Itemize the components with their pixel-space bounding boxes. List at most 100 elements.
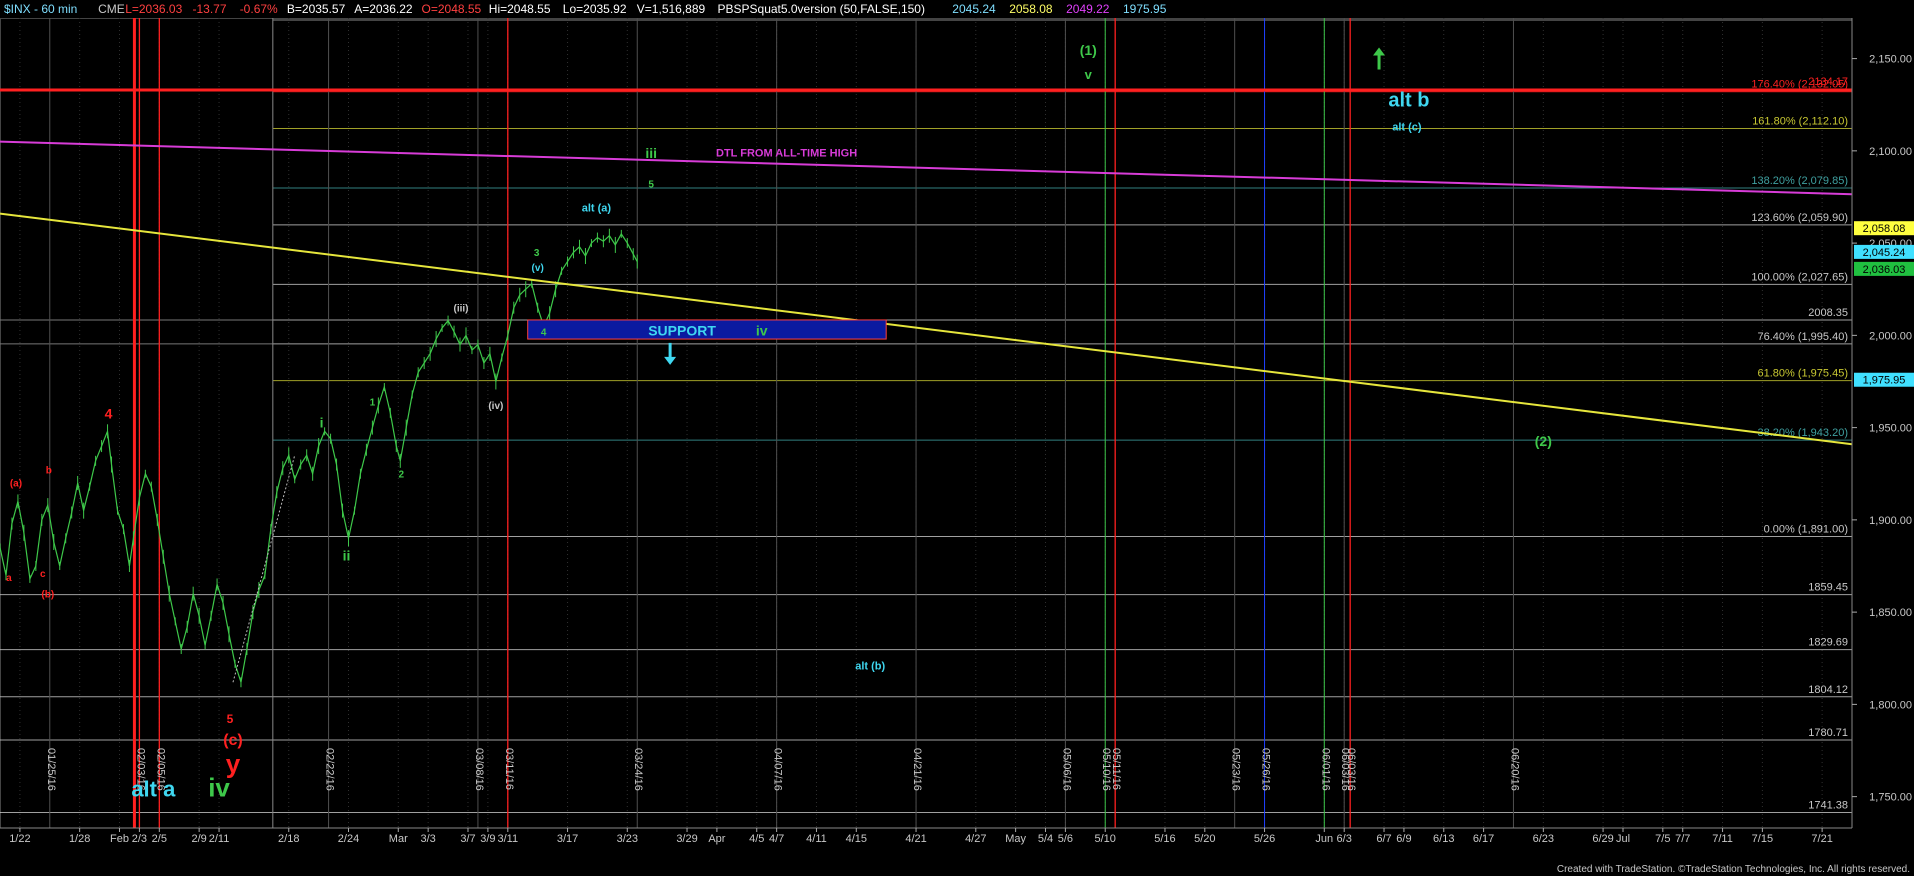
date-marker-label: 01/25/16 bbox=[45, 748, 57, 791]
fib-label: 1859.45 bbox=[1808, 582, 1848, 594]
y-tick-label: 1,850.00 bbox=[1869, 607, 1912, 619]
price-badge-label: 2,036.03 bbox=[1863, 264, 1906, 276]
dotted-projection bbox=[232, 455, 296, 683]
x-tick-label: 2/9 bbox=[191, 833, 206, 845]
x-tick-label: 6/7 bbox=[1376, 833, 1391, 845]
wave-label: 1 bbox=[370, 397, 376, 408]
header-bar: $INX - 60 min CME L=2036.03 -13.77 -0.67% B=2… bbox=[0, 0, 1914, 18]
x-tick-label: 7/7 bbox=[1675, 833, 1690, 845]
y-tick-label: 1,900.00 bbox=[1869, 515, 1912, 527]
arrow-head bbox=[1373, 47, 1386, 56]
x-tick-label: 4/5 bbox=[749, 833, 764, 845]
x-tick-label: 1/28 bbox=[69, 833, 90, 845]
wave-label: a bbox=[6, 573, 12, 584]
wave-label: (iv) bbox=[488, 401, 503, 412]
x-tick-label: 3/17 bbox=[557, 833, 578, 845]
trendlines bbox=[0, 88, 1853, 446]
y-tick-label: 2,100.00 bbox=[1869, 146, 1912, 158]
x-tick-label: 5/26 bbox=[1254, 833, 1275, 845]
trendline bbox=[0, 140, 1853, 196]
x-tick-label: Feb bbox=[110, 833, 129, 845]
header-field: -13.77 bbox=[193, 2, 227, 16]
wave-label: 5 bbox=[648, 180, 654, 191]
date-marker-label: 04/21/16 bbox=[911, 748, 923, 791]
x-tick-label: 3/23 bbox=[617, 833, 638, 845]
date-marker-label: 05/23/16 bbox=[1230, 748, 1242, 791]
header-field: A=2036.22 bbox=[354, 2, 413, 16]
up-arrow-icon bbox=[1373, 47, 1386, 70]
x-tick-label: 2/11 bbox=[209, 833, 230, 845]
header-field: V=1,516,889 bbox=[637, 2, 706, 16]
fib-label: 61.80% (1,975.45) bbox=[1757, 368, 1848, 380]
wave-label: (iii) bbox=[454, 303, 469, 314]
down-arrow-icon bbox=[664, 342, 677, 365]
date-marker-label: 03/11/16 bbox=[503, 748, 515, 790]
x-tick-label: 6/17 bbox=[1473, 833, 1494, 845]
x-tick-label: May bbox=[1005, 833, 1026, 845]
wave-labels: (1)valt balt (c)DTL FROM ALL-TIME HIGHii… bbox=[6, 42, 1552, 803]
fib-label: 138.20% (2,079.85) bbox=[1751, 175, 1848, 187]
x-tick-label: 4/7 bbox=[769, 833, 784, 845]
fib-label: 1741.38 bbox=[1808, 800, 1848, 812]
date-marker-label: 06/01/16 bbox=[1319, 748, 1331, 791]
x-tick-label: 7/5 bbox=[1655, 833, 1670, 845]
wave-label: 2 bbox=[398, 469, 404, 480]
price-series bbox=[0, 228, 638, 688]
wave-label: alt b bbox=[1388, 90, 1429, 112]
fib-label: 2008.35 bbox=[1808, 307, 1848, 319]
x-tick-label: 1/22 bbox=[9, 833, 30, 845]
grid bbox=[0, 18, 1853, 829]
x-tick-label: Mar bbox=[389, 833, 408, 845]
x-tick-label: 5/16 bbox=[1154, 833, 1175, 845]
x-tick-label: 3/7 bbox=[460, 833, 475, 845]
date-marker-label: 03/08/16 bbox=[473, 748, 485, 791]
x-tick-label: 4/11 bbox=[806, 833, 827, 845]
study-value: 2058.08 bbox=[1009, 2, 1053, 16]
x-tick-label: 2/3 bbox=[132, 833, 147, 845]
x-tick-label: 5/4 bbox=[1038, 833, 1053, 845]
x-tick-label: 5/20 bbox=[1194, 833, 1215, 845]
price-chart[interactable]: 176.40% (2,132.05)161.80% (2,112.10)138.… bbox=[0, 0, 1914, 876]
x-tick-label: 6/13 bbox=[1433, 833, 1454, 845]
time-markers: 01/25/16 02/03/16 02/05/16 02/22/16 03/08/16… bbox=[45, 18, 1520, 828]
wave-label: 5 bbox=[227, 712, 234, 726]
fib-label: 1780.71 bbox=[1808, 727, 1848, 739]
fib-label: 0.00% (1,891.00) bbox=[1764, 523, 1848, 535]
x-tick-label: Jul bbox=[1616, 833, 1630, 845]
wave-label: 3 bbox=[534, 248, 540, 259]
header-field: B=2035.57 bbox=[287, 2, 346, 16]
fib-label: 100.00% (2,027.65) bbox=[1751, 271, 1848, 283]
x-tick-label: 3/11 bbox=[498, 833, 519, 845]
study-value: 2045.24 bbox=[952, 2, 996, 16]
wave-label: (b) bbox=[41, 589, 54, 600]
plot-frame bbox=[0, 18, 1853, 829]
wave-label: ii bbox=[343, 547, 351, 563]
y-tick-label: 1,750.00 bbox=[1869, 792, 1912, 804]
wave-label: alt (a) bbox=[582, 203, 612, 215]
wave-label: i bbox=[320, 415, 324, 431]
y-tick-label: 2,150.00 bbox=[1869, 54, 1912, 66]
wave-label: (a) bbox=[10, 479, 22, 490]
price-badge-label: 1,975.95 bbox=[1863, 375, 1906, 387]
header-field: -0.67% bbox=[240, 2, 278, 16]
price-badge-label: 2,058.08 bbox=[1863, 223, 1906, 235]
wave-label: alt a bbox=[131, 777, 176, 802]
x-tick-label: 7/11 bbox=[1712, 833, 1733, 845]
x-tick-label: 5/10 bbox=[1095, 833, 1116, 845]
date-marker-label: 05/26/16 bbox=[1260, 748, 1272, 791]
date-marker-label: 03/24/16 bbox=[632, 748, 644, 791]
fib-label: 161.80% (2,112.10) bbox=[1752, 116, 1848, 128]
date-marker-label: 05/06/16 bbox=[1060, 748, 1072, 791]
wave-label: iii bbox=[645, 145, 657, 161]
x-tick-label: 6/9 bbox=[1396, 833, 1411, 845]
header-field: Hi=2048.55 bbox=[489, 2, 551, 16]
x-tick-label: 3/3 bbox=[421, 833, 436, 845]
fib-label: 76.40% (1,995.40) bbox=[1757, 331, 1848, 343]
header-field: Lo=2035.92 bbox=[563, 2, 627, 16]
arrow-head bbox=[664, 356, 677, 365]
study-value: 1975.95 bbox=[1123, 2, 1167, 16]
y-tick-label: 1,800.00 bbox=[1869, 699, 1912, 711]
wave-label: DTL FROM ALL-TIME HIGH bbox=[716, 147, 857, 159]
x-tick-label: 4/27 bbox=[965, 833, 986, 845]
wave-label: b bbox=[46, 466, 52, 477]
